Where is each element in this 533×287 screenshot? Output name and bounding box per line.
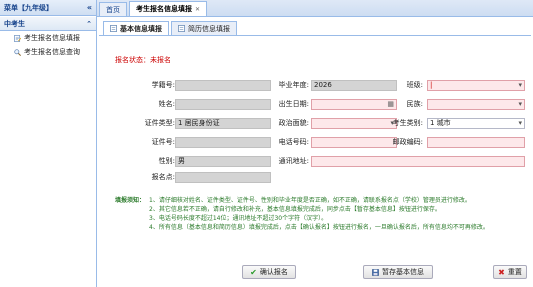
postcode-label: 邮政编码: (392, 138, 423, 146)
subtab-bar: 基本信息填报 简历信息填报 (99, 19, 531, 36)
birth-label: 出生日期: (278, 100, 309, 108)
instructions-list: 1、请仔细核对姓名、证件类型、证件号、性别和毕业年度是否正确，如不正确，请联系报… (149, 196, 521, 232)
form-row: 证件号: 电话号码: 邮政编码: (97, 137, 533, 148)
political-select[interactable] (311, 118, 397, 129)
search-icon (14, 48, 21, 56)
sidebar-item-query[interactable]: 考生报名信息查询 (0, 45, 96, 59)
gender-label: 性别: (158, 157, 175, 165)
subtab-label: 简历信息填报 (188, 24, 230, 33)
class-select[interactable]: | (427, 80, 525, 91)
collapse-icon[interactable]: « (87, 3, 92, 12)
chevron-up-icon[interactable]: ⌃ (86, 20, 92, 28)
save-button[interactable]: 暂存基本信息 (363, 265, 433, 279)
grad-year-label: 毕业年度: (278, 81, 309, 89)
status-text: 报名状态：未报名 (115, 56, 171, 64)
political-label: 政治面貌: (278, 119, 309, 127)
class-label: 班级: (406, 81, 423, 89)
student-no-label: 学籍号: (151, 81, 175, 89)
id-no-field (175, 137, 271, 148)
form-row: 报名点: (97, 172, 533, 183)
sidebar-group-label: 中考生 (4, 19, 25, 28)
subtab-label: 基本信息填报 (120, 24, 162, 33)
confirm-label: 确认报名 (259, 268, 288, 276)
instruction-item: 4、所有信息（基本信息和简历信息）填报完成后，点击【确认报名】按钮进行报名，一旦… (149, 224, 489, 231)
confirm-button[interactable]: ✔ 确认报名 (242, 265, 296, 279)
instruction-item: 2、其它信息若不正确，请自行修改和补充，基本信息填报完成后，同步点击【暂存基本信… (149, 206, 441, 213)
sidebar-group-header[interactable]: 中考生 ⌃ (0, 17, 96, 31)
ethnicity-label: 民族: (406, 100, 423, 108)
instruction-item: 3、电话号码长度不超过14位；通讯地址不超过30个字符（汉字）。 (149, 215, 328, 222)
form-row: 姓名: 出生日期: ▦ 民族: (97, 99, 533, 110)
id-type-label: 证件类型: (144, 119, 175, 127)
exam-site-field (175, 172, 271, 183)
close-icon: ✖ (498, 267, 505, 277)
check-icon: ✔ (250, 267, 257, 277)
sidebar-menu: 菜单【九年级】 « 中考生 ⌃ 考生报名信息填报 考生报名信息查询 (0, 0, 97, 287)
tab-label: 考生报名信息填报 (136, 5, 192, 13)
class-value: | (430, 81, 433, 89)
tab-home[interactable]: 首页 (99, 2, 127, 16)
grad-year-field: 2026 (311, 80, 397, 91)
instructions-title: 填报须知： (115, 197, 146, 204)
form-row: 学籍号: 毕业年度: 2026 班级: | (97, 80, 533, 91)
save-icon (372, 268, 379, 276)
save-label: 暂存基本信息 (382, 268, 424, 276)
reset-label: 重置 (507, 268, 522, 276)
form-row: 性别: 男 通讯地址: (97, 156, 533, 167)
instruction-item: 1、请仔细核对姓名、证件类型、证件号、性别和毕业年度是否正确，如不正确，请联系报… (149, 197, 471, 204)
gender-field: 男 (175, 156, 271, 167)
tab-resume-info[interactable]: 简历信息填报 (171, 21, 237, 35)
close-icon[interactable]: ✕ (195, 6, 200, 13)
sidebar-title: 菜单【九年级】 (4, 3, 53, 12)
calendar-icon[interactable]: ▦ (387, 100, 394, 109)
sidebar-item-register[interactable]: 考生报名信息填报 (0, 31, 96, 45)
main-panel: 首页 考生报名信息填报 ✕ 基本信息填报 简历信息填报 报名状态：未报名 学籍号… (97, 0, 533, 287)
exam-type-label: 考生类别: (392, 119, 423, 127)
tab-basic-info[interactable]: 基本信息填报 (103, 21, 169, 35)
birth-date-input[interactable]: ▦ (311, 99, 397, 110)
ethnicity-select[interactable] (427, 99, 525, 110)
tab-label: 首页 (106, 5, 120, 14)
id-type-field: 1 居民身份证 (175, 118, 271, 129)
id-no-label: 证件号: (151, 138, 175, 146)
exam-site-label: 报名点: (151, 173, 175, 181)
exam-type-select[interactable]: 1 城市 (427, 118, 525, 129)
sidebar-item-label: 考生报名信息填报 (24, 34, 80, 42)
reset-button[interactable]: ✖ 重置 (493, 265, 527, 279)
form-icon (110, 25, 117, 32)
edit-form-icon (14, 34, 21, 42)
phone-input[interactable] (311, 137, 397, 148)
tab-register[interactable]: 考生报名信息填报 ✕ (129, 1, 208, 16)
sidebar-item-label: 考生报名信息查询 (24, 48, 80, 56)
address-label: 通讯地址: (278, 157, 309, 165)
registration-status: 报名状态：未报名 (115, 55, 171, 65)
name-label: 姓名: (158, 100, 175, 108)
postcode-input[interactable] (427, 137, 525, 148)
form-icon (178, 25, 185, 32)
tab-bar: 首页 考生报名信息填报 ✕ (97, 0, 533, 17)
address-input[interactable] (311, 156, 525, 167)
name-field (175, 99, 271, 110)
form-row: 证件类型: 1 居民身份证 政治面貌: 考生类别: 1 城市 (97, 118, 533, 129)
phone-label: 电话号码: (278, 138, 309, 146)
sidebar-header: 菜单【九年级】 « (0, 0, 96, 16)
student-no-field (175, 80, 271, 91)
